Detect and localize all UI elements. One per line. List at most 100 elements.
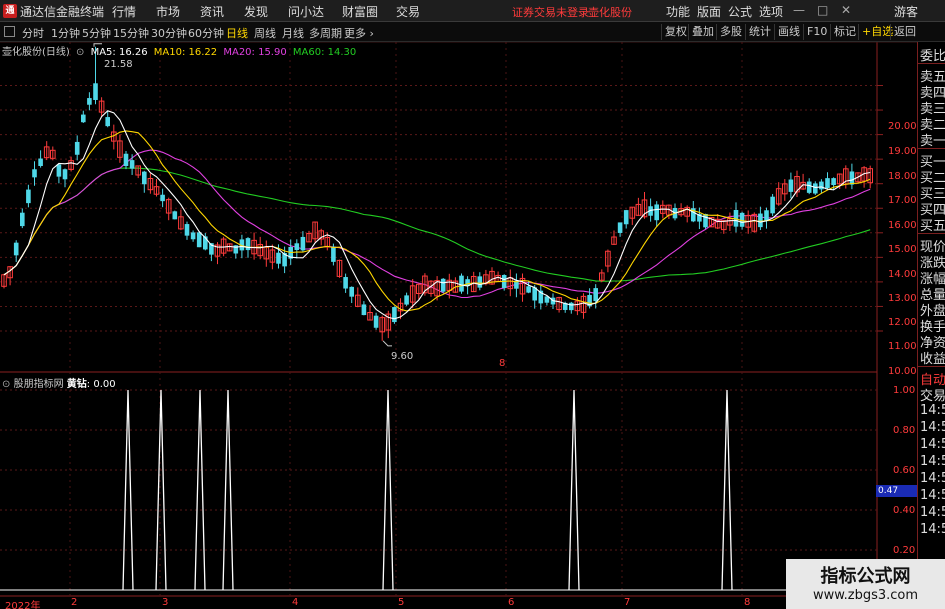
candle-body xyxy=(105,117,110,127)
candle-body xyxy=(623,210,629,225)
period-60min[interactable]: 60分钟 xyxy=(188,25,224,41)
candle-body xyxy=(38,158,43,166)
x-axis-month: 4 xyxy=(292,597,299,608)
current-stock-name: 壶化股份 xyxy=(588,6,632,19)
candle-body xyxy=(477,276,483,288)
user-label[interactable]: 游客 xyxy=(894,3,918,20)
indicator-current-value: 0.47 xyxy=(876,485,917,497)
candle-body xyxy=(569,302,574,311)
candle-body xyxy=(142,171,147,185)
x-axis-month: 2 xyxy=(71,597,78,608)
legend-toggle-icon[interactable]: ⊙ xyxy=(76,47,84,58)
period-toolbar: 分时 1分钟 5分钟 15分钟 30分钟 60分钟 日线 周线 月线 多周期 更… xyxy=(0,22,945,42)
price-tick: 20.00 xyxy=(888,121,917,132)
tool-draw[interactable]: 画线 xyxy=(774,24,803,40)
price-tick: 10.00 xyxy=(888,366,917,377)
candle-body xyxy=(81,114,86,123)
period-5min[interactable]: 5分钟 xyxy=(82,25,111,41)
candle-body xyxy=(440,278,446,292)
x-axis-year: 2022年 xyxy=(5,601,41,609)
candle-body xyxy=(294,243,300,251)
menu-bar: 通 通达信金融终端 行情 市场 资讯 发现 问小达 财富圈 交易 证券交易未登录… xyxy=(0,0,945,22)
menu-item-options[interactable]: 选项 xyxy=(759,3,783,20)
candle-body xyxy=(654,204,659,221)
minimize-icon[interactable]: — xyxy=(793,3,805,17)
trade-time: 14:56 xyxy=(920,522,945,537)
x-axis-month: 8 xyxy=(744,597,751,608)
candle-body xyxy=(459,275,464,292)
menu-item-discover[interactable]: 发现 xyxy=(244,3,268,20)
watermark-title: 指标公式网 xyxy=(820,566,911,587)
x-axis-month: 7 xyxy=(624,597,631,608)
tool-overlay[interactable]: 叠加 xyxy=(688,24,717,40)
candle-body xyxy=(26,189,31,204)
site-watermark: 指标公式网 www.zbgs3.com xyxy=(786,559,945,609)
price-tick: 18.00 xyxy=(888,171,917,182)
indicator-spike xyxy=(155,389,167,591)
kline-chart[interactable] xyxy=(0,42,917,609)
candle-body xyxy=(13,242,19,256)
tool-multi-stock[interactable]: 多股 xyxy=(716,24,745,40)
x-axis-month: 6 xyxy=(508,597,515,608)
tool-back[interactable]: 返回 xyxy=(890,24,919,40)
panel-toggle-icon[interactable] xyxy=(4,26,15,37)
event-marker[interactable]: 8 xyxy=(499,358,505,369)
indicator-spike xyxy=(568,389,580,591)
period-tick[interactable]: 分时 xyxy=(22,25,44,41)
period-30min[interactable]: 30分钟 xyxy=(151,25,187,41)
candle-body xyxy=(184,224,190,236)
trade-time: 14:55 xyxy=(920,437,945,452)
maximize-icon[interactable]: □ xyxy=(817,3,828,17)
menu-item-ask[interactable]: 问小达 xyxy=(288,3,324,20)
label-order-ratio: 委比 xyxy=(920,49,945,64)
candle-body xyxy=(160,194,165,202)
candle-body xyxy=(806,181,812,193)
candle-body xyxy=(770,196,775,214)
tool-stats[interactable]: 统计 xyxy=(745,24,774,40)
x-axis-month: 5 xyxy=(398,597,405,608)
candle-body xyxy=(617,222,623,233)
menu-item-trade[interactable]: 交易 xyxy=(396,3,420,20)
menu-item-wealth[interactable]: 财富圈 xyxy=(342,3,378,20)
period-daily[interactable]: 日线 xyxy=(226,25,248,41)
candle-body xyxy=(74,141,80,155)
candle-body xyxy=(32,169,37,178)
login-status[interactable]: 证券交易未登录 xyxy=(512,4,589,20)
menu-item-news[interactable]: 资讯 xyxy=(200,3,224,20)
indicator-source: 股朋指标网 xyxy=(13,379,64,390)
indicator-spike xyxy=(194,389,206,591)
close-icon[interactable]: ✕ xyxy=(841,3,851,17)
menu-item-market[interactable]: 市场 xyxy=(156,3,180,20)
candle-body xyxy=(129,160,135,169)
period-more[interactable]: 更多 › xyxy=(344,25,374,41)
menu-item-layout[interactable]: 版面 xyxy=(697,3,721,20)
candle-body xyxy=(123,153,129,167)
candle-body xyxy=(343,277,348,289)
indicator-spike xyxy=(382,389,394,591)
candle-body xyxy=(361,304,367,316)
candle-body xyxy=(392,307,397,323)
label-ask1: 卖一 xyxy=(920,134,945,149)
price-tick: 14.00 xyxy=(888,269,917,280)
candle-body xyxy=(831,178,836,186)
period-15min[interactable]: 15分钟 xyxy=(113,25,149,41)
period-monthly[interactable]: 月线 xyxy=(282,25,304,41)
candle-body xyxy=(349,286,354,297)
tool-f10[interactable]: F10 xyxy=(803,24,830,40)
indicator-toggle-icon[interactable]: ⊙ xyxy=(2,379,10,390)
price-tick: 17.00 xyxy=(888,195,917,206)
period-1min[interactable]: 1分钟 xyxy=(51,25,80,41)
candle-body xyxy=(87,98,92,105)
menu-item-functions[interactable]: 功能 xyxy=(666,3,690,20)
tool-adjust[interactable]: 复权 xyxy=(661,24,690,40)
menu-item-formula[interactable]: 公式 xyxy=(728,3,752,20)
candle-body xyxy=(593,288,598,302)
tool-mark[interactable]: 标记 xyxy=(830,24,859,40)
candle-body xyxy=(849,171,855,185)
period-weekly[interactable]: 周线 xyxy=(254,25,276,41)
price-tick: 16.00 xyxy=(888,220,917,231)
chart-stock-name: 壶化股份(日线) xyxy=(2,47,70,58)
menu-item-market-quotes[interactable]: 行情 xyxy=(112,3,136,20)
period-multi[interactable]: 多周期 xyxy=(309,25,342,41)
candle-body xyxy=(56,164,62,177)
